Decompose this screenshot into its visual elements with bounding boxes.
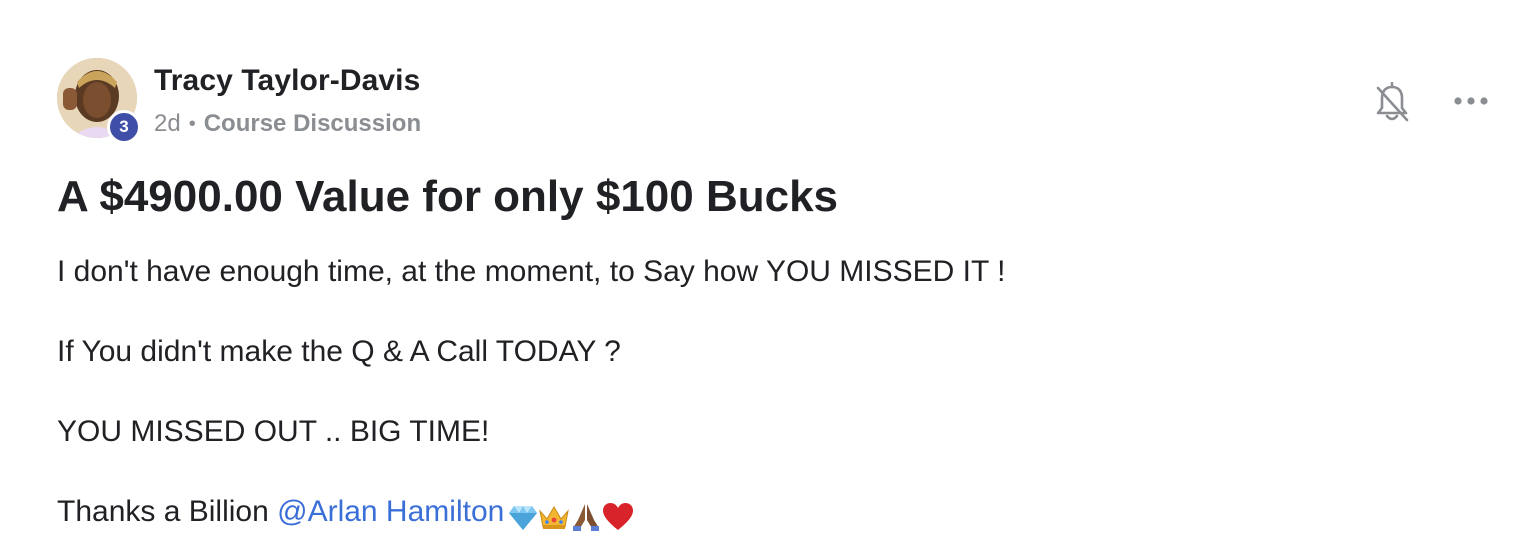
author-avatar-wrap[interactable]: 3 [57,58,141,144]
gem-icon [508,496,538,536]
post-paragraph: YOU MISSED OUT .. BIG TIME! [57,415,490,448]
user-mention-link[interactable]: @Arlan Hamilton [277,495,504,528]
folded-hands-icon [570,496,602,536]
crown-icon [538,496,570,536]
post-paragraph: If You didn't make the Q & A Call TODAY … [57,335,621,368]
post-title: A $4900.00 Value for only $100 Bucks [57,172,839,221]
post-meta: 2d • Course Discussion [154,110,421,138]
post-card: 3 Tracy Taylor-Davis 2d • Course Discuss… [0,0,1518,554]
post-closing: Thanks a Billion @Arlan Hamilton [57,492,1005,536]
red-heart-icon [602,496,634,536]
post-body: I don't have enough time, at the moment,… [57,252,1005,536]
bell-off-icon[interactable] [1372,81,1412,124]
post-time: 2d [154,110,181,137]
post-paragraph: I don't have enough time, at the moment,… [57,255,1006,288]
more-horizontal-icon[interactable] [1451,86,1491,116]
meta-separator: • [188,112,196,135]
author-name[interactable]: Tracy Taylor-Davis [154,64,420,98]
level-badge: 3 [107,110,141,144]
post-category[interactable]: Course Discussion [204,110,421,138]
closing-text: Thanks a Billion [57,495,278,528]
